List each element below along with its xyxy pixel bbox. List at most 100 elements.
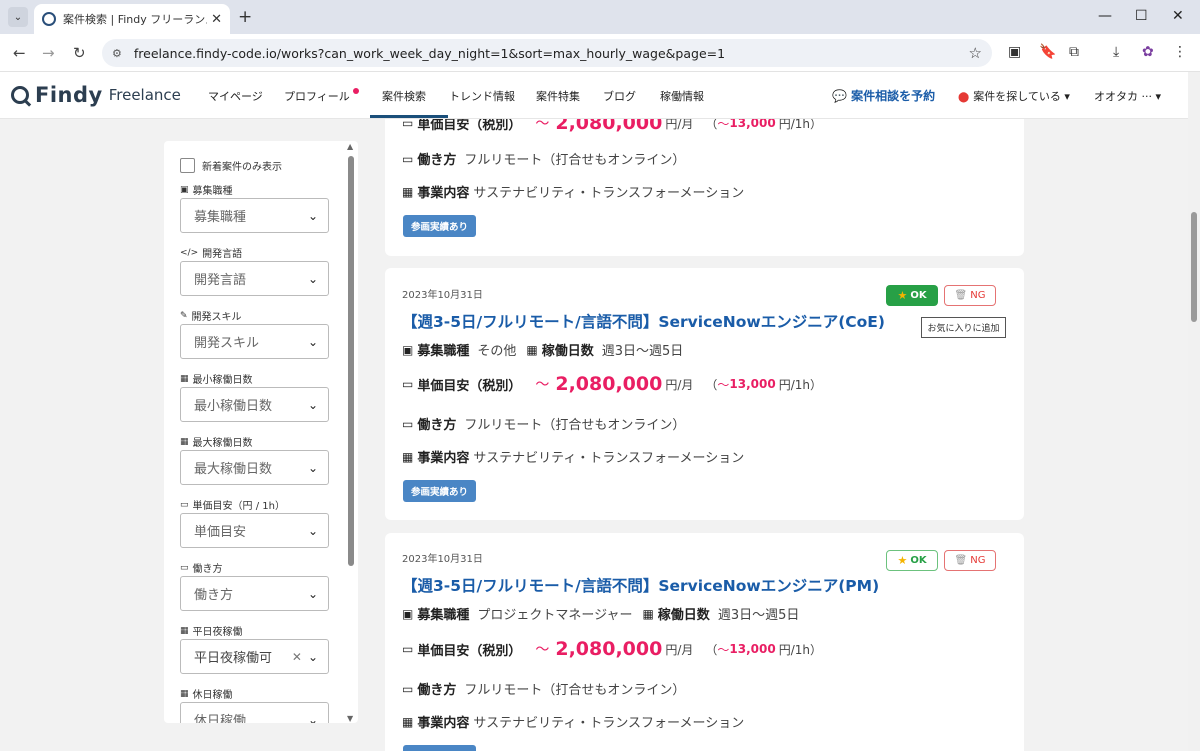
- ng-button[interactable]: 🗑 NG: [944, 285, 996, 306]
- filter-label-text: 開発スキル: [191, 312, 242, 323]
- extension-notion-icon[interactable]: ▣: [1008, 44, 1021, 60]
- findy-logo[interactable]: Findy Freelance: [11, 83, 181, 107]
- page-scroll-thumb[interactable]: [1191, 212, 1197, 322]
- consult-booking-link[interactable]: 💬 案件相談を予約: [832, 87, 935, 104]
- job-title-link[interactable]: 【週3-5日/フルリモート/言語不問】ServiceNowエンジニア(PM): [402, 574, 879, 596]
- select-max-days[interactable]: 最大稼働日数 ⌄: [180, 450, 329, 485]
- filter-label-weeknight: ▦ 平日夜稼働: [180, 624, 330, 639]
- select-weeknight[interactable]: 平日夜稼働可 ✕ ⌄: [180, 639, 329, 674]
- ok-button[interactable]: ★ OK: [886, 285, 938, 306]
- business-label: 事業内容: [417, 716, 470, 731]
- status-dropdown[interactable]: ⬤案件を探している ▾: [958, 88, 1070, 104]
- reload-icon[interactable]: ↻: [73, 44, 86, 62]
- user-menu[interactable]: オオタカ ··· ▾: [1094, 88, 1161, 104]
- job-card[interactable]: ▭ 単価目安（税別） ～ 2,080,000 円/月 （ ～ 13,000 円/…: [385, 100, 1024, 256]
- select-skill[interactable]: 開発スキル ⌄: [180, 324, 329, 359]
- scroll-up-icon[interactable]: ▲: [347, 142, 353, 151]
- category-label: 募集職種: [417, 608, 470, 623]
- nav-work-info[interactable]: 稼働情報: [660, 88, 704, 104]
- minimize-icon[interactable]: —: [1098, 8, 1112, 24]
- nav-features[interactable]: 案件特集: [536, 88, 580, 104]
- select-workstyle[interactable]: 働き方 ⌄: [180, 576, 329, 611]
- participation-badge: 参画実績あり: [403, 215, 476, 237]
- browser-menu-icon[interactable]: ⋮: [1173, 44, 1187, 60]
- nav-job-search[interactable]: 案件検索: [382, 88, 426, 104]
- nav-blog[interactable]: ブログ: [603, 88, 636, 104]
- ok-button[interactable]: ★ OK: [886, 550, 938, 571]
- paren-open: （: [705, 377, 718, 392]
- money-icon: ▭: [402, 377, 414, 391]
- status-label: 案件を探している: [973, 90, 1061, 103]
- chevron-down-icon: ⌄: [307, 586, 318, 601]
- new-tab-icon[interactable]: +: [238, 7, 252, 27]
- select-value: 最小稼働日数: [194, 399, 273, 414]
- days-value: 週3日～週5日: [717, 608, 800, 623]
- tilde: ～: [717, 377, 730, 392]
- select-value: 開発スキル: [194, 336, 260, 351]
- workstyle-row: ▭ 働き方 フルリモート（打合せもオンライン）: [402, 149, 685, 169]
- browser-tab[interactable]: 案件検索 | Findy フリーランス【公式】 ✕: [34, 4, 230, 34]
- new-only-checkbox-row[interactable]: 新着案件のみ表示: [180, 157, 330, 173]
- select-category[interactable]: 募集職種 ⌄: [180, 198, 329, 233]
- building-icon: ▦: [402, 449, 414, 464]
- url-text[interactable]: freelance.findy-code.io/works?can_work_w…: [134, 46, 969, 61]
- scroll-down-icon[interactable]: ▼: [347, 714, 353, 723]
- job-card[interactable]: 2023年10月31日 【週3-5日/フルリモート/言語不問】ServiceNo…: [385, 268, 1024, 520]
- filter-label-max-days: ▦ 最大稼働日数: [180, 435, 330, 450]
- nav-profile[interactable]: プロフィール: [284, 88, 359, 104]
- site-settings-icon[interactable]: ⚙: [112, 47, 122, 60]
- window-close-icon[interactable]: ✕: [1172, 8, 1184, 24]
- back-arrow-icon[interactable]: ←: [13, 44, 26, 62]
- trash-icon: 🗑: [954, 555, 968, 566]
- filter-label-text: 休日稼働: [192, 690, 233, 701]
- new-only-checkbox[interactable]: [180, 157, 195, 173]
- bookmark-star-icon[interactable]: ☆: [969, 44, 982, 62]
- category-label: 募集職種: [417, 344, 470, 359]
- download-icon[interactable]: ⤓: [1113, 44, 1119, 60]
- notification-dot-icon: [352, 88, 359, 94]
- nav-mypage[interactable]: マイページ: [208, 88, 263, 104]
- calendar-icon: ▦: [180, 436, 189, 447]
- select-language[interactable]: 開発言語 ⌄: [180, 261, 329, 296]
- hourly-rate: 13,000: [729, 377, 776, 391]
- ok-label: OK: [910, 290, 927, 301]
- select-holiday[interactable]: 休日稼働 ⌄: [180, 702, 329, 723]
- sidebar-scroll-thumb[interactable]: [348, 156, 354, 566]
- nav-trends[interactable]: トレンド情報: [449, 88, 515, 104]
- sidebar-scrollbar[interactable]: ▲ ▼: [346, 141, 356, 723]
- paren-open: （: [705, 642, 718, 657]
- business-label: 事業内容: [417, 451, 470, 466]
- job-title-link[interactable]: 【週3-5日/フルリモート/言語不問】ServiceNowエンジニア(CoE): [402, 310, 885, 332]
- wrench-icon: ✎: [180, 310, 188, 321]
- select-value: 働き方: [194, 588, 234, 603]
- calendar-icon: ▦: [180, 688, 189, 699]
- filter-label-holiday: ▦ 休日稼働: [180, 687, 330, 702]
- chevron-down-icon: ⌄: [307, 649, 318, 664]
- profile-avatar-icon[interactable]: ✿: [1142, 44, 1154, 60]
- price-label: 単価目安（税別）: [417, 378, 522, 394]
- chat-bubble-icon: 💬: [832, 89, 847, 103]
- select-value: 単価目安: [194, 525, 247, 540]
- job-card[interactable]: 2023年10月31日 【週3-5日/フルリモート/言語不問】ServiceNo…: [385, 533, 1024, 751]
- workstyle-label: 働き方: [417, 418, 457, 433]
- tab-close-icon[interactable]: ✕: [211, 12, 222, 27]
- page-scrollbar[interactable]: [1188, 72, 1200, 751]
- per-hour-unit: 円/1h）: [778, 642, 823, 657]
- ng-button[interactable]: 🗑 NG: [944, 550, 996, 571]
- forward-arrow-icon[interactable]: →: [42, 44, 55, 62]
- maximize-icon[interactable]: ☐: [1135, 8, 1148, 24]
- chevron-down-icon: ▾: [1064, 90, 1070, 103]
- monthly-price: 2,080,000: [555, 638, 663, 660]
- select-rate[interactable]: 単価目安 ⌄: [180, 513, 329, 548]
- browser-tab-bar: ⌄ 案件検索 | Findy フリーランス【公式】 ✕ + — ☐ ✕: [0, 0, 1200, 34]
- trash-icon: 🗑: [954, 290, 968, 301]
- select-value: 休日稼働: [194, 714, 247, 723]
- money-icon: ▭: [180, 499, 189, 510]
- clear-icon[interactable]: ✕: [292, 650, 302, 664]
- select-min-days[interactable]: 最小稼働日数 ⌄: [180, 387, 329, 422]
- url-bar[interactable]: ⚙ freelance.findy-code.io/works?can_work…: [102, 39, 992, 67]
- ng-label: NG: [970, 290, 986, 301]
- extensions-puzzle-icon[interactable]: ⧉: [1069, 44, 1079, 60]
- tab-list-chevron-icon[interactable]: ⌄: [8, 7, 28, 27]
- bookmark-manager-icon[interactable]: 🔖: [1039, 44, 1056, 60]
